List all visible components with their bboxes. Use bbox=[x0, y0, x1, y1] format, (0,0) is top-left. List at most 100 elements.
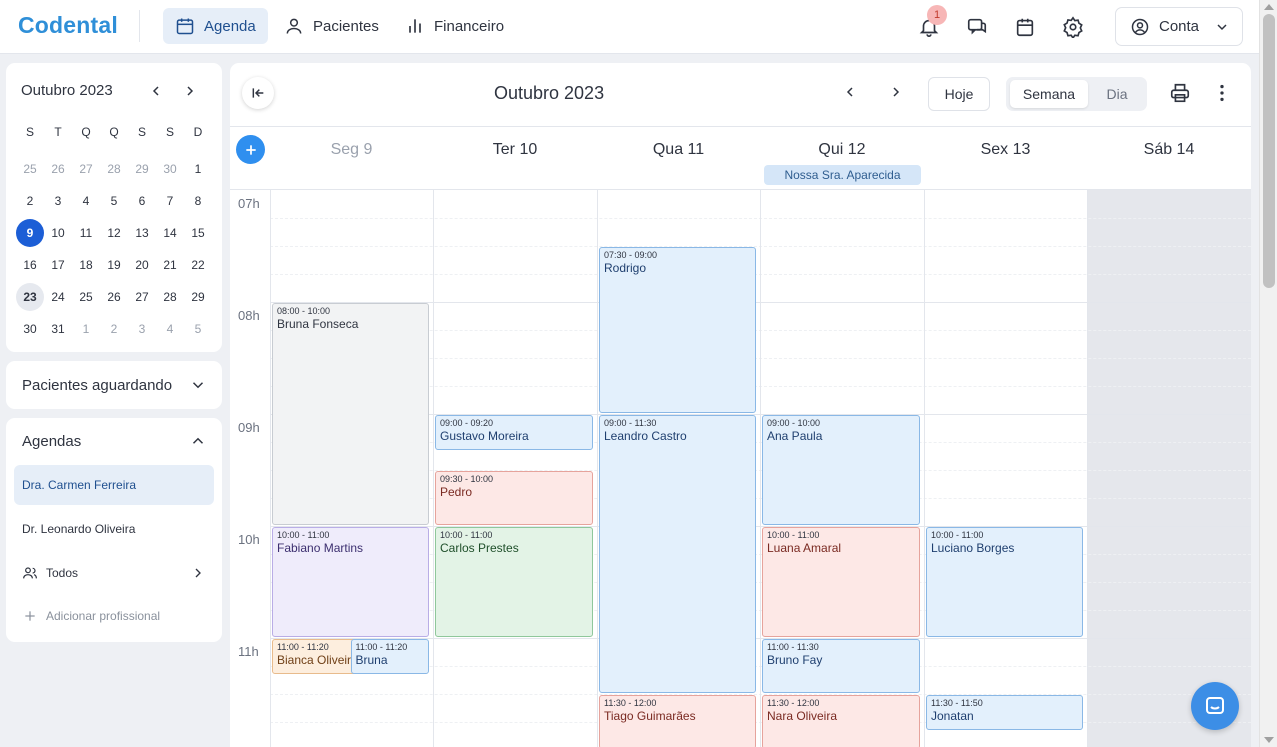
day-header[interactable]: Ter 10 bbox=[433, 141, 597, 159]
add-appointment-button[interactable] bbox=[236, 135, 265, 164]
agenda-professional-carmen[interactable]: Dra. Carmen Ferreira bbox=[14, 465, 214, 505]
appointment-event[interactable]: 11:00 - 11:20 Bruna bbox=[350, 639, 429, 675]
calendar-button[interactable] bbox=[1010, 12, 1040, 42]
calendar-day[interactable]: 12 bbox=[100, 217, 128, 249]
appointment-event[interactable]: 11:30 - 11:50 Jonatan bbox=[926, 695, 1083, 731]
day-header[interactable]: Sáb 14 bbox=[1087, 141, 1251, 159]
calendar-day[interactable]: 5 bbox=[100, 185, 128, 217]
calendar-day[interactable]: 20 bbox=[128, 249, 156, 281]
calendar-day[interactable]: 3 bbox=[44, 185, 72, 217]
calendar-day[interactable]: 22 bbox=[184, 249, 212, 281]
day-header[interactable]: Sex 13 bbox=[924, 141, 1087, 159]
mini-calendar-next-button[interactable] bbox=[179, 80, 201, 102]
account-menu[interactable]: Conta bbox=[1115, 7, 1243, 46]
nav-pacientes[interactable]: Pacientes bbox=[272, 8, 391, 44]
calendar-day[interactable]: 14 bbox=[156, 217, 184, 249]
calendar-day-number: 24 bbox=[51, 290, 65, 304]
collapse-sidebar-button[interactable] bbox=[242, 77, 274, 109]
calendar-next-button[interactable] bbox=[883, 79, 909, 105]
calendar-day[interactable]: 30 bbox=[156, 153, 184, 185]
today-day[interactable]: 23 bbox=[16, 281, 44, 313]
calendar-day[interactable]: 25 bbox=[72, 281, 100, 313]
calendar-day[interactable]: 7 bbox=[156, 185, 184, 217]
calendar-day[interactable]: 13 bbox=[128, 217, 156, 249]
appointment-event[interactable]: 11:00 - 11:30 Bruno Fay bbox=[762, 639, 920, 693]
calendar-day[interactable]: 1 bbox=[72, 313, 100, 345]
calendar-day[interactable]: 25 bbox=[16, 153, 44, 185]
calendar-day[interactable]: 5 bbox=[184, 313, 212, 345]
calendar-day[interactable]: 28 bbox=[100, 153, 128, 185]
calendar-day[interactable]: 4 bbox=[156, 313, 184, 345]
support-chat-button[interactable] bbox=[1191, 682, 1239, 730]
nav-agenda[interactable]: Agenda bbox=[163, 8, 268, 44]
calendar-day[interactable]: 2 bbox=[100, 313, 128, 345]
waiting-patients-panel[interactable]: Pacientes aguardando bbox=[6, 361, 222, 409]
appointment-event[interactable]: 07:30 - 09:00 Rodrigo bbox=[599, 247, 756, 413]
appointment-event[interactable]: 11:30 - 12:00 Nara Oliveira bbox=[762, 695, 920, 747]
selected-day[interactable]: 9 bbox=[16, 217, 44, 249]
appointment-event[interactable]: 08:00 - 10:00 Bruna Fonseca bbox=[272, 303, 429, 525]
calendar-day[interactable]: 28 bbox=[156, 281, 184, 313]
calendar-day[interactable]: 27 bbox=[128, 281, 156, 313]
calendar-day[interactable]: 11 bbox=[72, 217, 100, 249]
scroll-down-arrow-icon[interactable] bbox=[1264, 737, 1274, 743]
nav-financeiro[interactable]: Financeiro bbox=[393, 8, 516, 44]
calendar-day[interactable]: 16 bbox=[16, 249, 44, 281]
calendar-day[interactable]: 30 bbox=[16, 313, 44, 345]
calendar-day-number: 26 bbox=[107, 290, 121, 304]
calendar-day[interactable]: 4 bbox=[72, 185, 100, 217]
calendar-day[interactable]: 21 bbox=[156, 249, 184, 281]
calendar-day[interactable]: 15 bbox=[184, 217, 212, 249]
calendar-day[interactable]: 29 bbox=[184, 281, 212, 313]
appointment-event[interactable]: 09:00 - 11:30 Leandro Castro bbox=[599, 415, 756, 693]
page-scrollbar[interactable] bbox=[1259, 0, 1277, 747]
settings-button[interactable] bbox=[1058, 12, 1088, 42]
more-options-button[interactable] bbox=[1207, 78, 1237, 108]
calendar-day[interactable]: 24 bbox=[44, 281, 72, 313]
calendar-day[interactable]: 18 bbox=[72, 249, 100, 281]
appointment-event[interactable]: 11:00 - 11:20 Bianca Oliveira bbox=[272, 639, 364, 675]
agenda-professional-leonardo[interactable]: Dr. Leonardo Oliveira bbox=[14, 509, 214, 549]
add-professional-button[interactable]: Adicionar profissional bbox=[14, 596, 214, 636]
calendar-day-number: 16 bbox=[23, 258, 37, 272]
calendar-day[interactable]: 1 bbox=[184, 153, 212, 185]
view-week-button[interactable]: Semana bbox=[1010, 80, 1088, 108]
appointment-event[interactable]: 09:30 - 10:00 Pedro bbox=[435, 471, 593, 525]
calendar-day[interactable]: 26 bbox=[100, 281, 128, 313]
calendar-day[interactable]: 6 bbox=[128, 185, 156, 217]
calendar-day[interactable]: 8 bbox=[184, 185, 212, 217]
day-header[interactable]: Qua 11 bbox=[597, 141, 760, 159]
day-header[interactable]: Seg 9 bbox=[270, 141, 433, 159]
chevron-down-icon[interactable] bbox=[189, 376, 207, 394]
calendar-day[interactable]: 29 bbox=[128, 153, 156, 185]
appointment-event[interactable]: 09:00 - 10:00 Ana Paula bbox=[762, 415, 920, 525]
scrollbar-thumb[interactable] bbox=[1263, 14, 1275, 288]
add-professional-label: Adicionar profissional bbox=[46, 609, 161, 623]
appointment-time: 09:30 - 10:00 bbox=[440, 474, 494, 484]
agenda-all-professionals[interactable]: Todos bbox=[14, 553, 214, 593]
calendar-day[interactable]: 10 bbox=[44, 217, 72, 249]
mini-calendar-prev-button[interactable] bbox=[145, 80, 167, 102]
day-header[interactable]: Qui 12 bbox=[760, 141, 924, 159]
scroll-up-arrow-icon[interactable] bbox=[1264, 4, 1274, 10]
chevron-up-icon[interactable] bbox=[189, 432, 207, 450]
calendar-day[interactable]: 2 bbox=[16, 185, 44, 217]
appointment-event[interactable]: 10:00 - 11:00 Fabiano Martins bbox=[272, 527, 429, 637]
appointment-event[interactable]: 09:00 - 09:20 Gustavo Moreira bbox=[435, 415, 593, 451]
appointment-event[interactable]: 10:00 - 11:00 Carlos Prestes bbox=[435, 527, 593, 637]
calendar-day[interactable]: 17 bbox=[44, 249, 72, 281]
calendar-day[interactable]: 26 bbox=[44, 153, 72, 185]
appointment-event[interactable]: 10:00 - 11:00 Luciano Borges bbox=[926, 527, 1083, 637]
calendar-day[interactable]: 31 bbox=[44, 313, 72, 345]
appointment-event[interactable]: 11:30 - 12:00 Tiago Guimarães bbox=[599, 695, 756, 747]
app-logo[interactable]: Codental bbox=[18, 12, 118, 39]
calendar-day[interactable]: 3 bbox=[128, 313, 156, 345]
print-button[interactable] bbox=[1165, 78, 1195, 108]
view-day-button[interactable]: Dia bbox=[1090, 80, 1144, 108]
calendar-prev-button[interactable] bbox=[837, 79, 863, 105]
messages-button[interactable] bbox=[962, 12, 992, 42]
calendar-day[interactable]: 27 bbox=[72, 153, 100, 185]
calendar-day[interactable]: 19 bbox=[100, 249, 128, 281]
appointment-event[interactable]: 10:00 - 11:00 Luana Amaral bbox=[762, 527, 920, 637]
today-button[interactable]: Hoje bbox=[928, 77, 990, 111]
